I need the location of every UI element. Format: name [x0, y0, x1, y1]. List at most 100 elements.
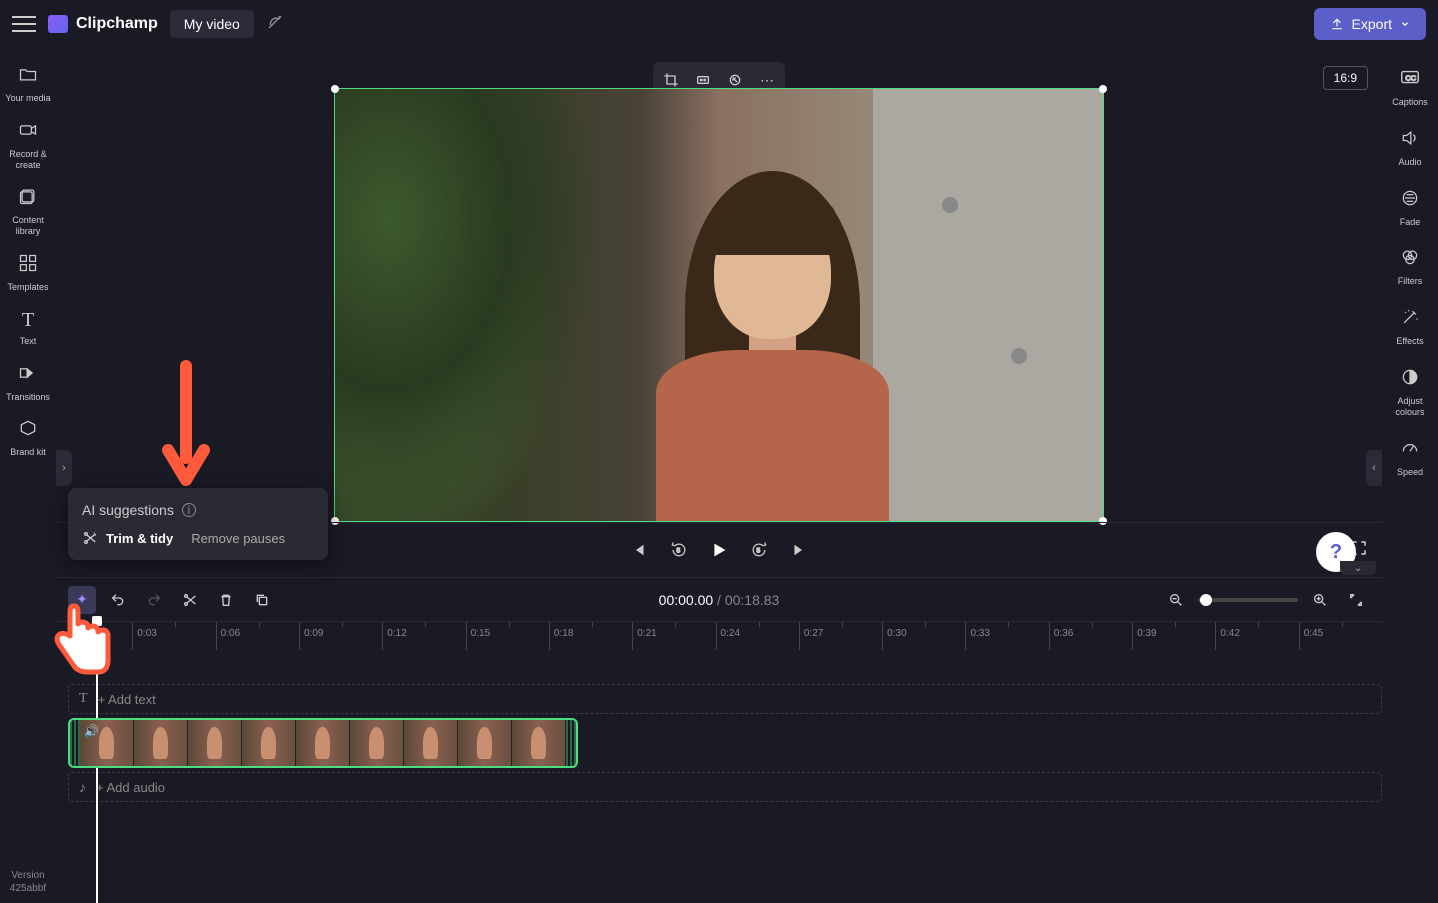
- left-sidebar: Your media Record & create Content libra…: [0, 48, 56, 903]
- text-track[interactable]: T + Add text: [68, 684, 1382, 714]
- filters-icon: [1400, 247, 1420, 272]
- app-header: Clipchamp My video Export: [0, 0, 1438, 48]
- fit-timeline-button[interactable]: [1342, 586, 1370, 614]
- play-button[interactable]: [703, 534, 735, 566]
- folder-icon: [18, 64, 38, 89]
- clip-thumbnail: [188, 720, 242, 766]
- current-time: 00:00.00: [659, 592, 714, 608]
- remove-pauses-option[interactable]: Remove pauses: [191, 531, 285, 546]
- sidebar-item-label: Adjust colours: [1382, 396, 1438, 418]
- sidebar-item-adjust-colours[interactable]: Adjust colours: [1382, 357, 1438, 428]
- skip-back-button[interactable]: [623, 534, 655, 566]
- sidebar-item-label: Audio: [1398, 157, 1421, 168]
- captions-icon: CC: [1399, 66, 1421, 93]
- add-text-label: + Add text: [98, 692, 156, 707]
- timeline-expand-toggle[interactable]: ⌄: [1340, 561, 1376, 575]
- clip-thumbnail: [134, 720, 188, 766]
- svg-text:CC: CC: [1405, 74, 1416, 83]
- trim-tidy-option[interactable]: Trim & tidy: [82, 530, 173, 546]
- preview-canvas[interactable]: [334, 88, 1104, 522]
- sidebar-item-fade[interactable]: Fade: [1382, 178, 1438, 238]
- templates-icon: [18, 253, 38, 278]
- main-area: ⋯ 16:9 5 5: [56, 48, 1382, 903]
- sidebar-item-filters[interactable]: Filters: [1382, 237, 1438, 297]
- redo-button[interactable]: [140, 586, 168, 614]
- add-audio-label: + Add audio: [96, 780, 165, 795]
- clip-thumbnail: [242, 720, 296, 766]
- info-icon[interactable]: i: [182, 503, 196, 517]
- sidebar-item-label: Effects: [1396, 336, 1423, 347]
- clip-right-handle[interactable]: [566, 720, 576, 766]
- sidebar-item-record-create[interactable]: Record & create: [0, 112, 56, 179]
- annotation-pointer-icon: [46, 596, 114, 678]
- audio-track[interactable]: ♪ + Add audio: [68, 772, 1382, 802]
- aspect-ratio-button[interactable]: 16:9: [1323, 66, 1368, 90]
- clip-audio-icon: 🔊: [84, 724, 99, 738]
- zoom-controls: [1162, 586, 1370, 614]
- sidebar-item-your-media[interactable]: Your media: [0, 56, 56, 112]
- resize-handle-tr[interactable]: [1099, 85, 1107, 93]
- menu-button[interactable]: [12, 12, 36, 36]
- svg-text:5: 5: [677, 548, 681, 555]
- svg-text:5: 5: [757, 548, 761, 555]
- video-preview: [335, 89, 1103, 521]
- brandkit-icon: [18, 418, 38, 443]
- zoom-thumb[interactable]: [1200, 594, 1212, 606]
- skip-forward-button[interactable]: [783, 534, 815, 566]
- clipchamp-logo-icon: [48, 15, 68, 33]
- total-time: 00:18.83: [725, 592, 780, 608]
- sidebar-item-audio[interactable]: Audio: [1382, 118, 1438, 178]
- sidebar-item-label: Captions: [1392, 97, 1428, 108]
- duplicate-button[interactable]: [248, 586, 276, 614]
- text-icon: T: [22, 309, 34, 332]
- timeline-ruler[interactable]: 0:03 0:06 0:09 0:12 0:15 0:18 0:21 0:24 …: [56, 622, 1382, 650]
- sidebar-item-brand-kit[interactable]: Brand kit: [0, 410, 56, 466]
- resize-handle-tl[interactable]: [331, 85, 339, 93]
- clip-thumbnail: [512, 720, 566, 766]
- export-button[interactable]: Export: [1314, 8, 1426, 40]
- sidebar-item-speed[interactable]: Speed: [1382, 428, 1438, 488]
- export-label: Export: [1352, 16, 1392, 32]
- clip-left-handle[interactable]: [70, 720, 80, 766]
- sidebar-item-label: Fade: [1400, 217, 1421, 228]
- time-display: 00:00.00 / 00:18.83: [659, 592, 780, 608]
- sidebar-item-transitions[interactable]: Transitions: [0, 355, 56, 411]
- split-button[interactable]: [176, 586, 204, 614]
- ai-popup-title: AI suggestions i: [82, 502, 314, 518]
- timeline-area: ✦ 00:00.00 / 00:18.83 0:03 0:06 0:09: [56, 578, 1382, 903]
- video-clip[interactable]: 🔊: [68, 718, 578, 768]
- sidebar-item-effects[interactable]: Effects: [1382, 297, 1438, 357]
- sidebar-item-label: Text: [20, 336, 37, 347]
- sidebar-item-label: Your media: [5, 93, 50, 104]
- music-icon: ♪: [79, 779, 86, 795]
- sidebar-item-templates[interactable]: Templates: [0, 245, 56, 301]
- sidebar-item-label: Content library: [0, 215, 56, 237]
- fade-icon: [1400, 188, 1420, 213]
- annotation-arrow: [158, 358, 214, 488]
- zoom-out-button[interactable]: [1162, 586, 1190, 614]
- clip-thumbnail: [296, 720, 350, 766]
- sidebar-item-text[interactable]: T Text: [0, 301, 56, 355]
- app-name: Clipchamp: [76, 15, 158, 33]
- sidebar-item-label: Record & create: [0, 149, 56, 171]
- sync-status-icon[interactable]: [266, 13, 284, 36]
- camera-icon: [18, 120, 38, 145]
- clip-thumbnail: [350, 720, 404, 766]
- wand-icon: [1400, 307, 1420, 332]
- app-logo[interactable]: Clipchamp: [48, 15, 158, 33]
- text-icon: T: [79, 691, 88, 707]
- project-name-button[interactable]: My video: [170, 10, 254, 38]
- contrast-icon: [1400, 367, 1420, 392]
- sidebar-item-label: Speed: [1397, 467, 1423, 478]
- sidebar-item-label: Templates: [7, 282, 48, 293]
- delete-button[interactable]: [212, 586, 240, 614]
- forward-5-button[interactable]: 5: [743, 534, 775, 566]
- sidebar-item-captions[interactable]: CC Captions: [1382, 56, 1438, 118]
- sidebar-item-label: Filters: [1398, 276, 1423, 287]
- sidebar-item-label: Transitions: [6, 392, 50, 403]
- zoom-in-button[interactable]: [1306, 586, 1334, 614]
- sidebar-item-content-library[interactable]: Content library: [0, 178, 56, 245]
- library-icon: [18, 186, 38, 211]
- rewind-5-button[interactable]: 5: [663, 534, 695, 566]
- zoom-slider[interactable]: [1198, 598, 1298, 602]
